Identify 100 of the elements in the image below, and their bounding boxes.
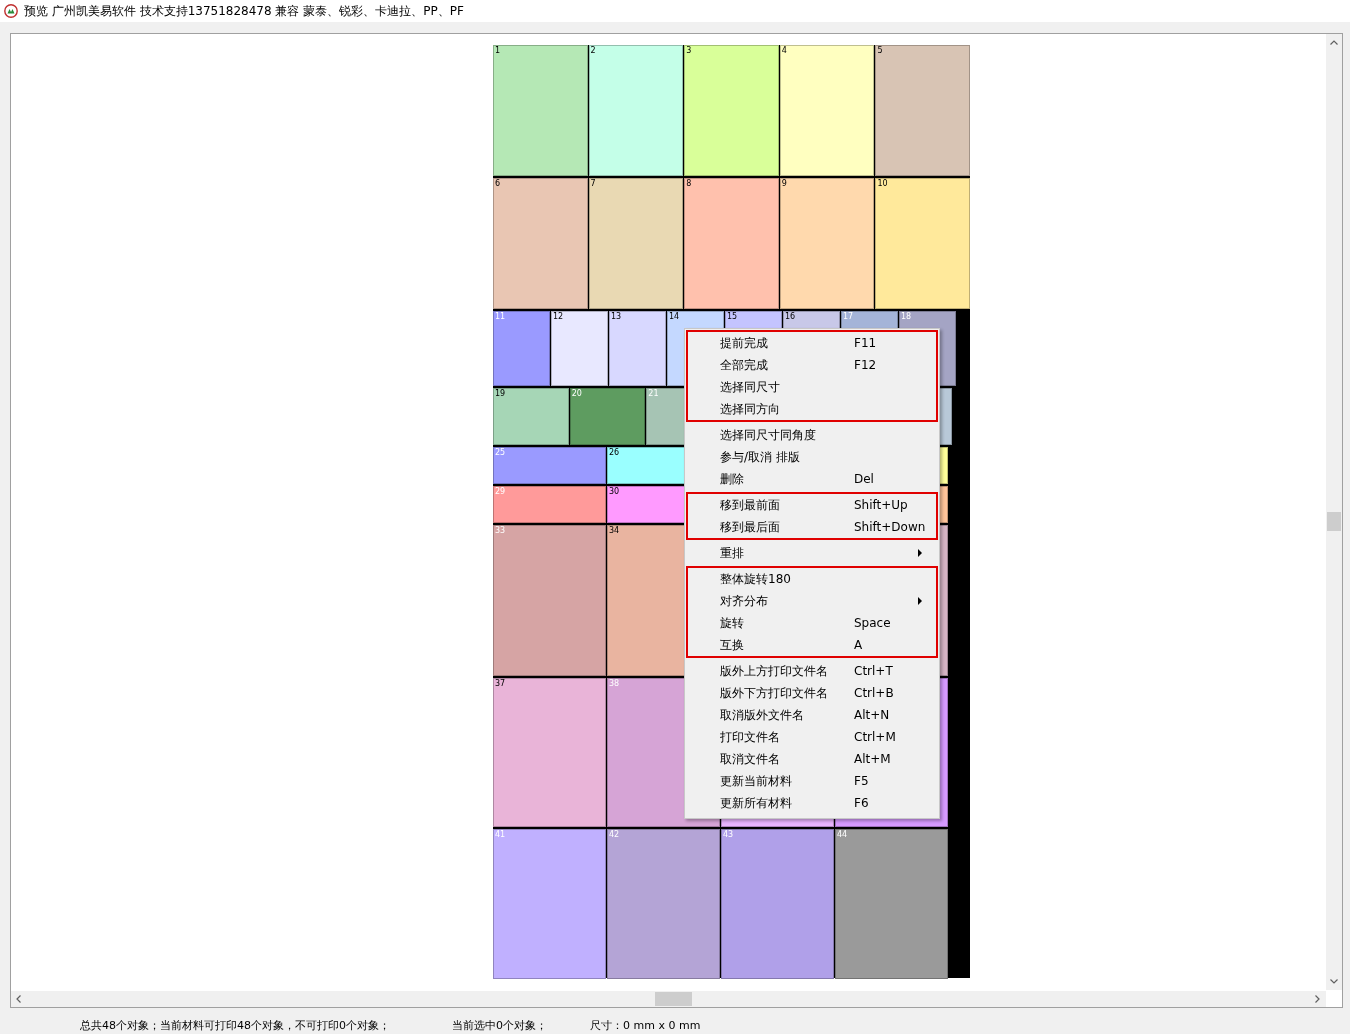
tile-number: 9 — [781, 179, 787, 189]
menu-item-label: 选择同方向 — [720, 400, 780, 418]
menu-shortcut: Alt+M — [854, 752, 891, 766]
layout-tile[interactable]: 3 — [684, 45, 779, 176]
menu-shortcut: F12 — [854, 358, 877, 372]
vertical-scrollbar[interactable] — [1326, 34, 1342, 990]
window-title: 预览 广州凯美易软件 技术支持13751828478 兼容 蒙泰、锐彩、卡迪拉、PP、PF — [24, 2, 464, 20]
menu-item-label: 重排 — [720, 544, 744, 562]
status-text: 当前选中0个对象； — [452, 1019, 547, 1033]
menu-item-label: 取消版外文件名 — [720, 706, 804, 724]
tile-number: 44 — [837, 830, 848, 840]
tile-number: 30 — [609, 487, 620, 497]
layout-tile[interactable]: 9 — [779, 178, 875, 309]
menu-item-label: 取消文件名 — [720, 750, 780, 768]
scroll-right-icon[interactable] — [1315, 995, 1320, 1003]
menu-item-label: 版外下方打印文件名 — [720, 684, 828, 702]
tile-number: 12 — [553, 312, 564, 322]
menu-item-label: 整体旋转180 — [720, 570, 791, 588]
menu-item-label: 提前完成 — [720, 334, 768, 352]
tile-number: 42 — [609, 830, 620, 840]
layout-tile[interactable]: 2 — [588, 45, 684, 176]
app-icon — [4, 4, 18, 18]
tile-number: 7 — [590, 179, 596, 189]
tile-number: 4 — [781, 46, 787, 56]
menu-item-label: 版外上方打印文件名 — [720, 662, 828, 680]
scroll-left-icon[interactable] — [16, 995, 21, 1003]
menu-shortcut: F5 — [854, 774, 869, 788]
horizontal-scrollbar[interactable] — [11, 991, 1326, 1007]
tile-number: 37 — [495, 679, 506, 689]
tile-number: 18 — [901, 312, 912, 322]
menu-item-label: 移到最前面 — [720, 496, 780, 514]
tile-number: 14 — [669, 312, 680, 322]
menu-item-label: 选择同尺寸 — [720, 378, 780, 396]
layout-tile[interactable]: 8 — [684, 178, 779, 309]
menu-shortcut: A — [854, 638, 863, 652]
menu-item-label: 互换 — [720, 636, 744, 654]
layout-tile[interactable]: 12 — [551, 311, 608, 386]
tile-number: 17 — [843, 312, 854, 322]
tile-number: 29 — [495, 487, 506, 497]
menu-item[interactable]: 提前完成 F11 — [688, 332, 936, 354]
tile-number: 41 — [495, 830, 506, 840]
tile-number: 2 — [590, 46, 596, 56]
layout-tile[interactable]: 10 — [875, 178, 970, 309]
menu-item-label: 选择同尺寸同角度 — [720, 426, 816, 444]
menu-item-label: 打印文件名 — [720, 728, 780, 746]
layout-tile[interactable]: 7 — [588, 178, 684, 309]
menu-shortcut: Alt+N — [854, 708, 890, 722]
menu-shortcut: Shift+Down — [854, 520, 926, 534]
tile-number: 20 — [571, 389, 582, 399]
tile-number: 25 — [495, 448, 506, 458]
layout-tile[interactable]: 5 — [875, 45, 970, 176]
layout-tile[interactable]: 1 — [493, 45, 588, 176]
menu-item-label: 对齐分布 — [720, 592, 768, 610]
menu-shortcut: Ctrl+B — [854, 686, 894, 700]
tile-number: 3 — [686, 46, 692, 56]
menu-item-label: 删除 — [720, 470, 744, 488]
tile-number: 34 — [609, 526, 620, 536]
layout-tile[interactable]: 13 — [609, 311, 666, 386]
tile-number: 13 — [611, 312, 622, 322]
tile-number: 38 — [609, 679, 620, 689]
tile-number: 10 — [877, 179, 888, 189]
tile-number: 15 — [727, 312, 738, 322]
tile-number: 8 — [686, 179, 692, 189]
menu-item-label: 更新当前材料 — [720, 772, 792, 790]
menu-shortcut: Ctrl+T — [854, 664, 893, 678]
menu-item-label: 参与/取消 排版 — [720, 448, 800, 466]
menu-shortcut: F6 — [854, 796, 869, 810]
scroll-up-icon[interactable] — [1330, 40, 1338, 45]
tile-number: 43 — [723, 830, 734, 840]
menu-item[interactable]: 选择同尺寸同角度 — [688, 424, 936, 446]
menu-shortcut: Del — [854, 472, 874, 486]
tile-number: 21 — [648, 389, 659, 399]
scroll-thumb[interactable] — [655, 992, 692, 1006]
status-text: 总共48个对象；当前材料可打印48个对象，不可打印0个对象； — [80, 1019, 390, 1033]
menu-item-label: 移到最后面 — [720, 518, 780, 536]
menu-item-label: 更新所有材料 — [720, 794, 792, 812]
tile-number: 19 — [495, 389, 506, 399]
menu-shortcut: F11 — [854, 336, 877, 350]
status-text: 尺寸：0 mm x 0 mm — [590, 1019, 701, 1033]
menu-shortcut: Shift+Up — [854, 498, 908, 512]
tile-number: 26 — [609, 448, 620, 458]
tile-number: 5 — [877, 46, 883, 56]
layout-tile[interactable]: 6 — [493, 178, 588, 309]
scroll-down-icon[interactable] — [1330, 979, 1338, 984]
menu-item[interactable]: 全部完成 F12 — [688, 354, 936, 376]
menu-item-label: 旋转 — [720, 614, 744, 632]
menu-item-label: 全部完成 — [720, 356, 768, 374]
tile-number: 6 — [495, 179, 501, 189]
menu-item[interactable]: 选择同方向 — [688, 398, 936, 420]
layout-tile[interactable]: 37 — [493, 678, 606, 827]
menu-shortcut: Space — [854, 616, 891, 630]
layout-tile[interactable]: 4 — [779, 45, 875, 176]
tile-number: 1 — [495, 46, 501, 56]
tile-number: 33 — [495, 526, 506, 536]
menu-shortcut: Ctrl+M — [854, 730, 896, 744]
tile-number: 16 — [785, 312, 796, 322]
scroll-thumb[interactable] — [1327, 512, 1341, 531]
menu-item[interactable]: 选择同尺寸 — [688, 376, 936, 398]
tile-number: 11 — [495, 312, 506, 322]
layout-tile[interactable]: 19 — [493, 388, 569, 445]
